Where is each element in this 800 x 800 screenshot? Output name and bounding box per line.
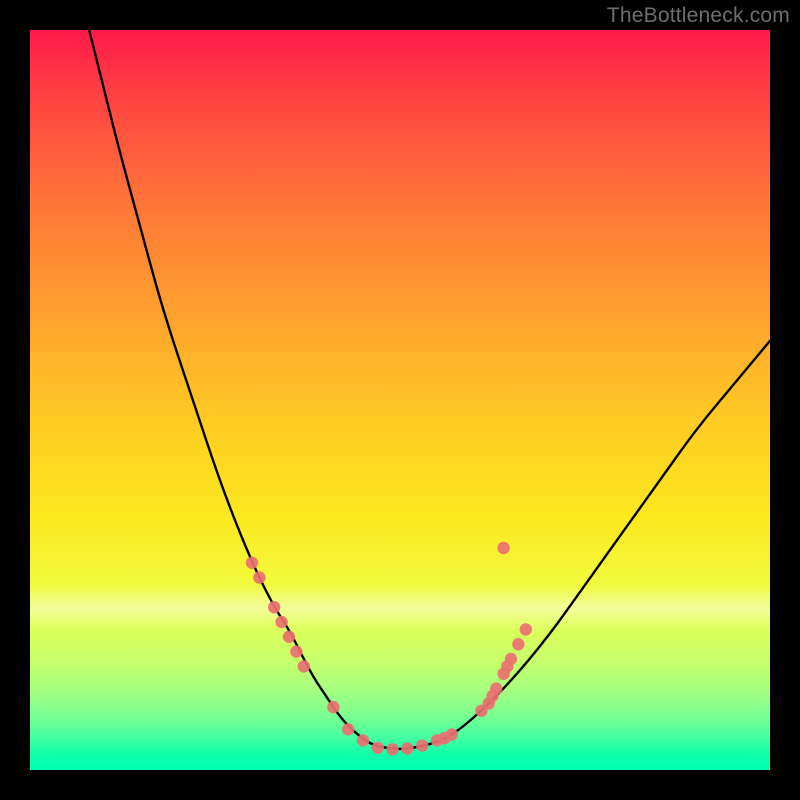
- data-marker: [486, 690, 498, 702]
- data-marker: [438, 732, 450, 744]
- plot-area: [30, 30, 770, 770]
- bottleneck-curve: [89, 30, 770, 749]
- data-marker: [520, 623, 532, 635]
- data-markers: [246, 542, 532, 756]
- data-marker: [283, 631, 295, 643]
- data-marker: [253, 571, 265, 583]
- data-marker: [268, 601, 280, 613]
- data-marker: [386, 743, 398, 755]
- data-marker: [357, 734, 369, 746]
- data-marker: [342, 723, 354, 735]
- data-marker: [401, 742, 413, 754]
- data-marker: [497, 542, 509, 554]
- data-marker: [501, 660, 513, 672]
- chart-frame: TheBottleneck.com: [0, 0, 800, 800]
- watermark-text: TheBottleneck.com: [607, 4, 790, 28]
- data-marker: [275, 616, 287, 628]
- data-marker: [290, 645, 302, 657]
- data-marker: [372, 742, 384, 754]
- data-marker: [246, 557, 258, 569]
- chart-svg: [30, 30, 770, 770]
- data-marker: [298, 660, 310, 672]
- data-marker: [416, 739, 428, 751]
- data-marker: [327, 701, 339, 713]
- data-marker: [512, 638, 524, 650]
